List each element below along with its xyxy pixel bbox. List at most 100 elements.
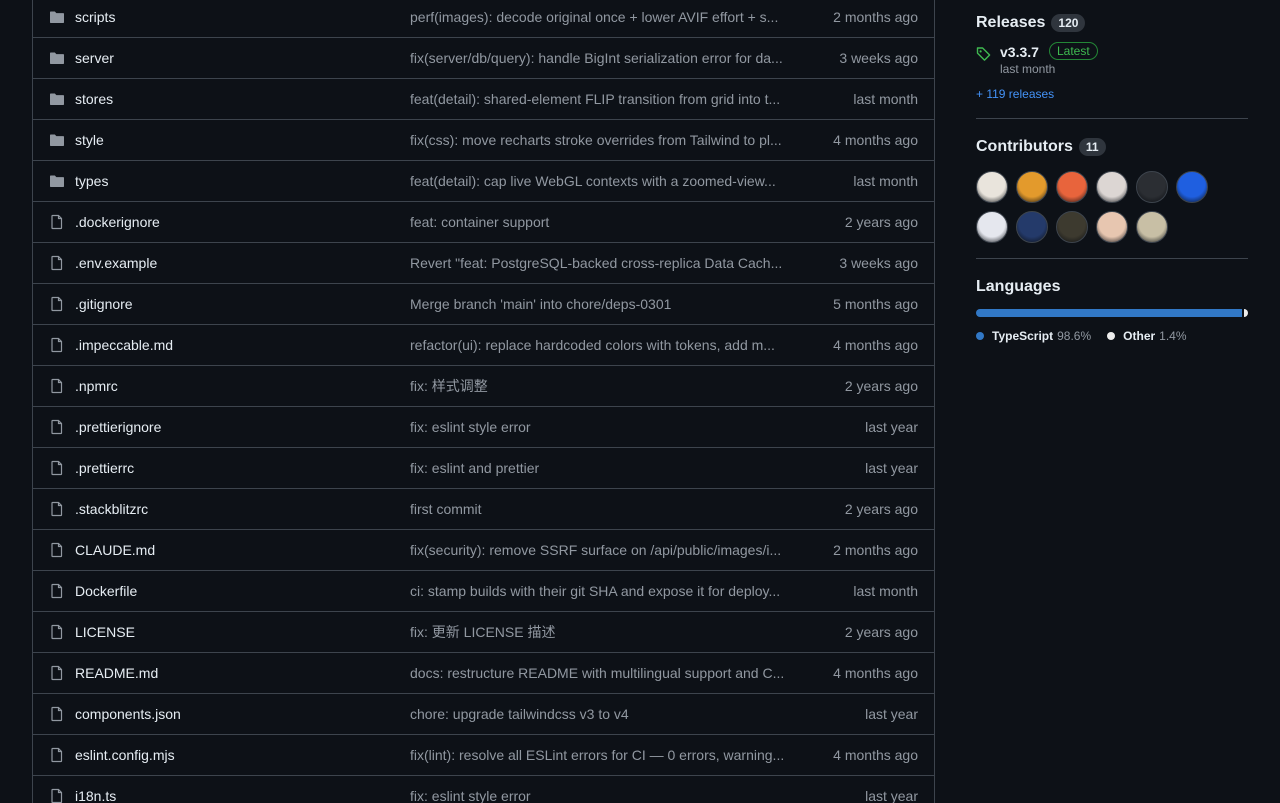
file-icon — [51, 747, 63, 763]
commit-age: 4 months ago — [833, 747, 918, 763]
releases-heading[interactable]: Releases 120 — [976, 14, 1248, 32]
file-icon — [51, 788, 63, 803]
file-row[interactable]: .prettierrc fix: eslint and prettier last … — [33, 448, 934, 489]
commit-message[interactable]: feat(detail): shared-element FLIP transi… — [410, 91, 800, 107]
file-name[interactable]: scripts — [75, 9, 115, 25]
file-row[interactable]: .stackblitzrc first commit 2 years ago — [33, 489, 934, 530]
contributor-avatar[interactable] — [1136, 171, 1168, 203]
commit-message[interactable]: Merge branch 'main' into chore/deps-0301 — [410, 296, 800, 312]
file-row[interactable]: i18n.ts fix: eslint style error last year — [33, 776, 934, 803]
commit-message[interactable]: fix: 更新 LICENSE 描述 — [410, 622, 800, 642]
contributor-avatar[interactable] — [1016, 171, 1048, 203]
file-row[interactable]: .npmrc fix: 样式调整 2 years ago — [33, 366, 934, 407]
commit-age: last month — [853, 91, 918, 107]
contributor-avatar[interactable] — [976, 211, 1008, 243]
commit-message[interactable]: fix: eslint and prettier — [410, 460, 800, 476]
language-bar-segment[interactable] — [1244, 309, 1248, 317]
file-name[interactable]: components.json — [75, 706, 181, 722]
file-row[interactable]: Dockerfile ci: stamp builds with their gi… — [33, 571, 934, 612]
file-name[interactable]: README.md — [75, 665, 158, 681]
file-row[interactable]: server fix(server/db/query): handle BigIn… — [33, 38, 934, 79]
commit-age: 3 weeks ago — [839, 255, 918, 271]
commit-message[interactable]: feat(detail): cap live WebGL contexts wi… — [410, 173, 800, 189]
file-row[interactable]: CLAUDE.md fix(security): remove SSRF surf… — [33, 530, 934, 571]
file-row[interactable]: README.md docs: restructure README with m… — [33, 653, 934, 694]
languages-section: Languages TypeScript 98.6% Other 1.4% — [976, 278, 1248, 343]
file-name[interactable]: .gitignore — [75, 296, 133, 312]
file-name[interactable]: Dockerfile — [75, 583, 137, 599]
commit-message[interactable]: fix: eslint style error — [410, 419, 800, 435]
language-item[interactable]: TypeScript 98.6% — [976, 329, 1091, 343]
file-icon — [51, 255, 63, 271]
file-row[interactable]: components.json chore: upgrade tailwindcs… — [33, 694, 934, 735]
file-name[interactable]: style — [75, 132, 104, 148]
file-row[interactable]: .gitignore Merge branch 'main' into chore… — [33, 284, 934, 325]
release-version[interactable]: v3.3.7 — [1000, 44, 1039, 60]
contributor-avatar[interactable] — [1176, 171, 1208, 203]
language-bar-segment[interactable] — [976, 309, 1243, 317]
file-row[interactable]: scripts perf(images): decode original onc… — [33, 0, 934, 38]
commit-age: last year — [865, 706, 918, 722]
file-name[interactable]: server — [75, 50, 114, 66]
file-name[interactable]: .impeccable.md — [75, 337, 173, 353]
languages-heading: Languages — [976, 278, 1248, 296]
commit-message[interactable]: fix(css): move recharts stroke overrides… — [410, 132, 800, 148]
commit-message[interactable]: perf(images): decode original once + low… — [410, 9, 800, 25]
file-name[interactable]: .env.example — [75, 255, 157, 271]
contributor-avatar[interactable] — [1096, 211, 1128, 243]
file-name[interactable]: .stackblitzrc — [75, 501, 148, 517]
file-name[interactable]: CLAUDE.md — [75, 542, 155, 558]
languages-title: Languages — [976, 278, 1061, 295]
contributors-count: 11 — [1078, 138, 1106, 156]
releases-count: 120 — [1051, 14, 1086, 32]
commit-message[interactable]: fix: eslint style error — [410, 788, 800, 803]
file-name[interactable]: .dockerignore — [75, 214, 160, 230]
file-row[interactable]: style fix(css): move recharts stroke over… — [33, 120, 934, 161]
file-row[interactable]: eslint.config.mjs fix(lint): resolve all … — [33, 735, 934, 776]
commit-message[interactable]: ci: stamp builds with their git SHA and … — [410, 583, 800, 599]
file-name[interactable]: i18n.ts — [75, 788, 116, 803]
file-row[interactable]: .impeccable.md refactor(ui): replace hard… — [33, 325, 934, 366]
releases-title[interactable]: Releases — [976, 14, 1045, 32]
contributors-heading[interactable]: Contributors 11 — [976, 138, 1248, 156]
file-row[interactable]: LICENSE fix: 更新 LICENSE 描述 2 years ago — [33, 612, 934, 653]
file-name[interactable]: eslint.config.mjs — [75, 747, 175, 763]
commit-message[interactable]: fix: 样式调整 — [410, 376, 800, 396]
file-name[interactable]: stores — [75, 91, 113, 107]
commit-age: 2 months ago — [833, 9, 918, 25]
commit-message[interactable]: fix(lint): resolve all ESLint errors for… — [410, 747, 800, 763]
language-item[interactable]: Other 1.4% — [1107, 329, 1187, 343]
commit-message[interactable]: first commit — [410, 501, 800, 517]
more-releases-link[interactable]: + 119 releases — [976, 87, 1248, 101]
contributor-avatar[interactable] — [1056, 171, 1088, 203]
commit-message[interactable]: docs: restructure README with multilingu… — [410, 665, 800, 681]
commit-message[interactable]: fix(security): remove SSRF surface on /a… — [410, 542, 800, 558]
contributor-avatar[interactable] — [1056, 211, 1088, 243]
file-row[interactable]: .dockerignore feat: container support 2 ye… — [33, 202, 934, 243]
contributor-avatar[interactable] — [976, 171, 1008, 203]
commit-message[interactable]: Revert "feat: PostgreSQL-backed cross-re… — [410, 255, 800, 271]
contributor-avatar[interactable] — [1096, 171, 1128, 203]
latest-release[interactable]: v3.3.7 Latest last month — [976, 42, 1248, 77]
folder-icon — [50, 93, 64, 105]
file-name[interactable]: .prettierignore — [75, 419, 161, 435]
file-name[interactable]: LICENSE — [75, 624, 135, 640]
file-row[interactable]: .prettierignore fix: eslint style error la… — [33, 407, 934, 448]
file-name[interactable]: .npmrc — [75, 378, 118, 394]
file-name[interactable]: .prettierrc — [75, 460, 134, 476]
commit-age: 2 years ago — [844, 214, 918, 230]
file-row[interactable]: stores feat(detail): shared-element FLIP … — [33, 79, 934, 120]
file-row[interactable]: types feat(detail): cap live WebGL contex… — [33, 161, 934, 202]
commit-message[interactable]: refactor(ui): replace hardcoded colors w… — [410, 337, 800, 353]
file-name[interactable]: types — [75, 173, 108, 189]
file-icon — [51, 624, 63, 640]
commit-message[interactable]: chore: upgrade tailwindcss v3 to v4 — [410, 706, 800, 722]
contributors-title[interactable]: Contributors — [976, 138, 1073, 156]
language-name: Other — [1123, 329, 1156, 343]
file-table: scripts perf(images): decode original onc… — [32, 0, 935, 803]
file-row[interactable]: .env.example Revert "feat: PostgreSQL-bac… — [33, 243, 934, 284]
commit-message[interactable]: fix(server/db/query): handle BigInt seri… — [410, 50, 800, 66]
contributor-avatar[interactable] — [1016, 211, 1048, 243]
contributor-avatar[interactable] — [1136, 211, 1168, 243]
commit-message[interactable]: feat: container support — [410, 214, 800, 230]
